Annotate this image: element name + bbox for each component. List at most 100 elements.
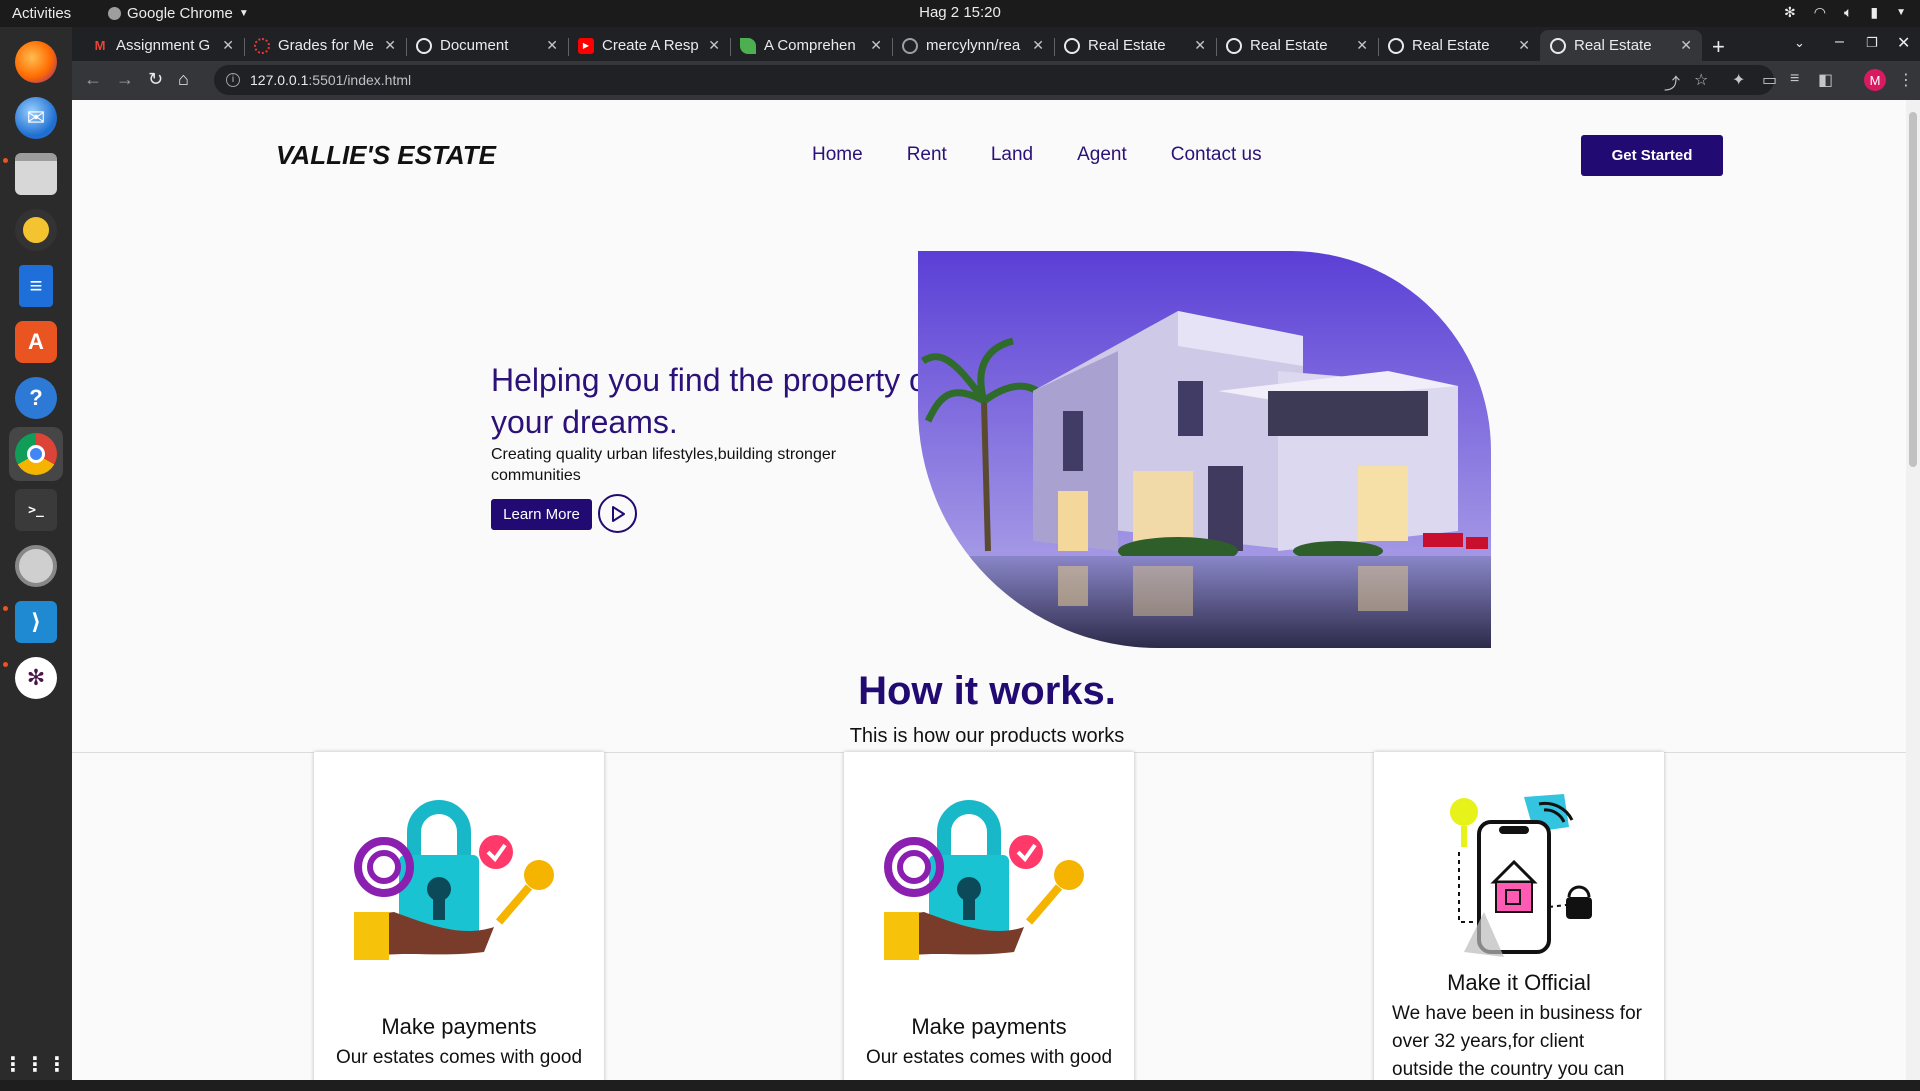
chrome-icon [15,433,57,475]
thunderbird-icon: ✉ [15,97,57,139]
tab-label: Grades for Me [278,37,374,54]
running-indicator [3,158,8,163]
how-it-works-title: How it works. [858,669,1116,713]
terminal-icon: >_ [15,489,57,531]
close-icon[interactable]: ✕ [222,37,234,54]
tab-label: Create A Resp [602,37,699,54]
caret-down-icon: ▼ [238,8,249,19]
learn-more-button[interactable]: Learn More [491,499,592,530]
app-menu[interactable]: Google Chrome ▼ [108,5,249,22]
scrollbar-thumb[interactable] [1909,112,1917,467]
battery-icon: ▮ [1870,4,1879,20]
extensions-icon[interactable]: ✦ [1732,70,1745,90]
forward-icon[interactable]: → [116,69,134,90]
dock-magnifier[interactable] [9,539,63,593]
media-icon[interactable]: ≡ [1790,70,1799,88]
chrome-small-icon [108,7,121,20]
back-icon[interactable]: ← [84,69,102,90]
bookmark-star-icon[interactable]: ☆ [1694,70,1708,90]
close-icon[interactable]: ✕ [1032,37,1044,54]
secure-payment-illustration [354,800,554,960]
nav-home[interactable]: Home [812,144,863,166]
dock-rhythmbox[interactable] [9,203,63,257]
close-icon[interactable]: ✕ [1680,37,1692,54]
dock-terminal[interactable]: >_ [9,483,63,537]
dock-files[interactable] [9,147,63,201]
close-icon[interactable]: ✕ [708,37,720,54]
tab[interactable]: M Assignment G ✕ [82,30,244,61]
close-icon[interactable]: ✕ [870,37,882,54]
apps-grid-icon: ⋮⋮⋮ [3,1053,69,1076]
profile-avatar[interactable]: M [1864,69,1886,91]
hero-title: Helping you find the property of your dr… [491,362,936,440]
globe-icon [1388,37,1404,54]
tab[interactable]: Grades for Me ✕ [244,30,406,61]
dock-slack[interactable]: ✻ [9,651,63,705]
tab[interactable]: Real Estate ✕ [1216,30,1378,61]
globe-icon [1064,37,1080,54]
close-icon[interactable]: ✕ [384,37,396,54]
globe-icon [1550,37,1566,54]
menu-kebab-icon[interactable]: ⋮ [1898,70,1914,90]
page-scrollbar[interactable] [1906,100,1920,1080]
hero-house-image [918,251,1491,648]
help-icon: ? [15,377,57,419]
dock-show-apps[interactable]: ⋮⋮⋮ [3,1037,69,1091]
dock-vscode[interactable]: ⟩ [9,595,63,649]
tab[interactable]: Real Estate ✕ [1378,30,1540,61]
tab-active[interactable]: Real Estate ✕ [1540,30,1702,61]
home-icon[interactable]: ⌂ [178,69,189,90]
new-tab-button[interactable]: + [1712,34,1725,60]
minimize-icon[interactable]: – [1835,33,1844,51]
restore-icon[interactable]: ❐ [1866,35,1878,51]
dock-writer[interactable]: ≡ [9,259,63,313]
files-icon [15,153,57,195]
nav-land[interactable]: Land [991,144,1033,166]
running-indicator [3,662,8,667]
tab-search-icon[interactable]: ⌄ [1794,35,1805,51]
card-description: Our estates comes with good [865,1047,1113,1068]
tab[interactable]: Document ✕ [406,30,568,61]
web-page: VALLIE'S ESTATE Home Rent Land Agent Con… [72,100,1920,1080]
dock-firefox[interactable] [9,35,63,89]
cast-icon[interactable]: ▭ [1762,70,1777,90]
dock-thunderbird[interactable]: ✉ [9,91,63,145]
magnifier-icon [15,545,57,587]
system-tray[interactable]: ✻ ◠ 🔈︎ ▮ ▼ [1784,4,1906,21]
side-panel-icon[interactable]: ◧ [1818,70,1833,90]
tab[interactable]: Real Estate ✕ [1054,30,1216,61]
tab[interactable]: mercylynn/rea ✕ [892,30,1054,61]
close-icon[interactable]: ✕ [546,37,558,54]
play-video-button[interactable] [598,494,637,533]
close-icon[interactable]: ✕ [1356,37,1368,54]
writer-icon: ≡ [19,265,53,307]
window-close-icon[interactable]: ✕ [1897,33,1910,53]
moodle-icon [254,37,270,54]
feature-card: Make it Official We have been in busines… [1374,752,1664,1080]
clock[interactable]: Hag 2 15:20 [0,4,1920,21]
dock-chrome[interactable] [9,427,63,481]
dock-software[interactable]: A [9,315,63,369]
address-bar[interactable]: i 127.0.0.1 :5501/index.html [214,65,1774,95]
tab[interactable]: A Comprehen ✕ [730,30,892,61]
close-icon[interactable]: ✕ [1194,37,1206,54]
dock-help[interactable]: ? [9,371,63,425]
card-title: Make payments [911,1014,1067,1039]
software-icon: A [15,321,57,363]
get-started-button[interactable]: Get Started [1581,135,1723,176]
tab[interactable]: ▶ Create A Resp ✕ [568,30,730,61]
close-icon[interactable]: ✕ [1518,37,1530,54]
activities-button[interactable]: Activities [12,5,71,22]
nav-agent[interactable]: Agent [1077,144,1127,166]
tab-label: Real Estate [1250,37,1328,54]
site-logo[interactable]: VALLIE'S ESTATE [276,140,496,171]
vscode-icon: ⟩ [15,601,57,643]
card-title: Make it Official [1447,970,1591,995]
info-icon[interactable]: i [226,73,240,87]
nav-rent[interactable]: Rent [907,144,947,166]
share-icon[interactable]: ⤴ [1664,70,1680,94]
firefox-icon [15,41,57,83]
nav-contact[interactable]: Contact us [1171,144,1262,166]
reload-icon[interactable]: ↻ [148,69,163,90]
slack-tray-icon: ✻ [1784,4,1796,20]
